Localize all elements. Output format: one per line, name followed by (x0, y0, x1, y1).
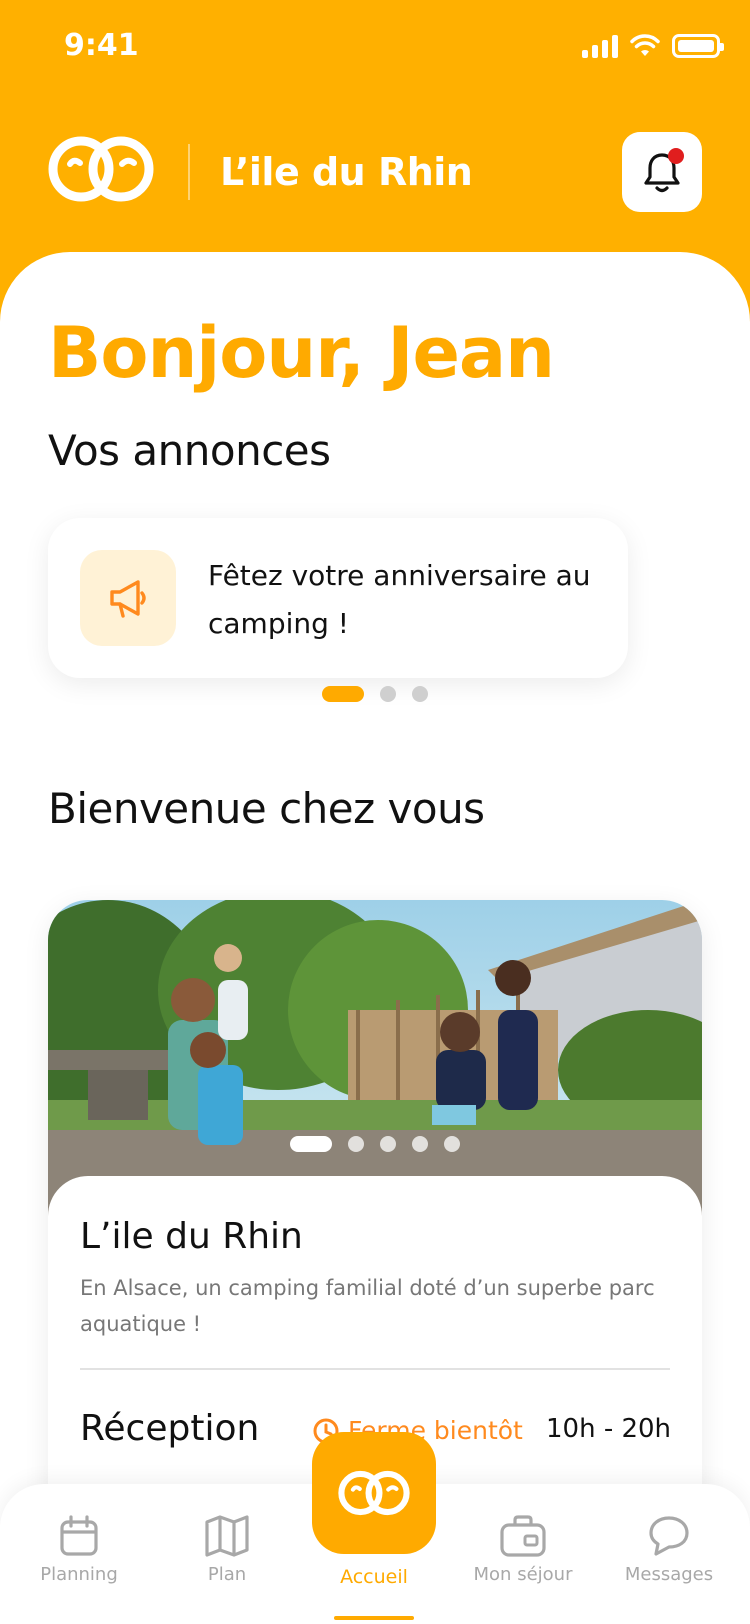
app-header: L’ile du Rhin (0, 120, 750, 230)
reception-hours: 10h - 20h (546, 1414, 672, 1444)
signal-icon (582, 34, 618, 58)
announcements-pager (322, 686, 428, 702)
site-title: L’ile du Rhin (220, 150, 473, 194)
wifi-icon (630, 34, 660, 56)
nav-item-planning[interactable]: Planning (4, 1514, 154, 1585)
status-icons (582, 34, 724, 58)
nav-item-mon-sejour[interactable]: Mon séjour (448, 1514, 598, 1585)
photo-dot[interactable] (380, 1136, 396, 1152)
photo-dot[interactable] (412, 1136, 428, 1152)
photo-dot[interactable] (348, 1136, 364, 1152)
map-icon (205, 1515, 249, 1557)
camping-photo[interactable] (48, 900, 702, 1220)
reception-label: Réception (80, 1408, 260, 1449)
announcements-title: Vos annonces (48, 426, 331, 475)
photo-dot-active[interactable] (290, 1136, 332, 1152)
status-bar: 9:41 (0, 0, 750, 96)
nav-label: Mon séjour (473, 1564, 573, 1585)
status-time: 9:41 (64, 28, 139, 63)
main-content: Bonjour, Jean Vos annonces Fêtez votre a… (0, 252, 750, 1624)
divider (80, 1368, 670, 1370)
nav-label: Plan (207, 1564, 247, 1585)
battery-icon (672, 34, 724, 58)
home-logo-icon (338, 1470, 410, 1516)
nav-label-active: Accueil (340, 1566, 408, 1588)
pager-dot[interactable] (380, 686, 396, 702)
notification-badge (668, 148, 684, 164)
nav-item-plan[interactable]: Plan (152, 1514, 302, 1585)
announcement-text: Fêtez votre anniversaire au camping ! (208, 559, 591, 640)
header-divider (188, 144, 190, 200)
photo-dot[interactable] (444, 1136, 460, 1152)
welcome-title: Bienvenue chez vous (48, 784, 485, 833)
nav-item-messages[interactable]: Messages (594, 1514, 744, 1585)
nav-label: Planning (40, 1564, 118, 1585)
camping-name: L’ile du Rhin (80, 1216, 303, 1257)
nav-label: Messages (624, 1564, 714, 1585)
camping-description: En Alsace, un camping familial doté d’un… (80, 1276, 655, 1336)
calendar-icon (60, 1515, 98, 1556)
photo-pager (290, 1136, 460, 1152)
notifications-button[interactable] (622, 132, 702, 212)
nav-active-indicator (334, 1616, 414, 1620)
suitcase-icon (500, 1515, 546, 1557)
greeting-title: Bonjour, Jean (48, 312, 555, 394)
brand-logo-icon (48, 136, 154, 202)
megaphone-icon (110, 580, 146, 618)
pager-dot[interactable] (412, 686, 428, 702)
pager-dot-active[interactable] (322, 686, 364, 702)
announcement-icon-box (80, 550, 176, 646)
nav-item-accueil[interactable] (312, 1432, 436, 1554)
announcement-card[interactable]: Fêtez votre anniversaire au camping ! (48, 518, 628, 678)
chat-icon (649, 1516, 689, 1556)
